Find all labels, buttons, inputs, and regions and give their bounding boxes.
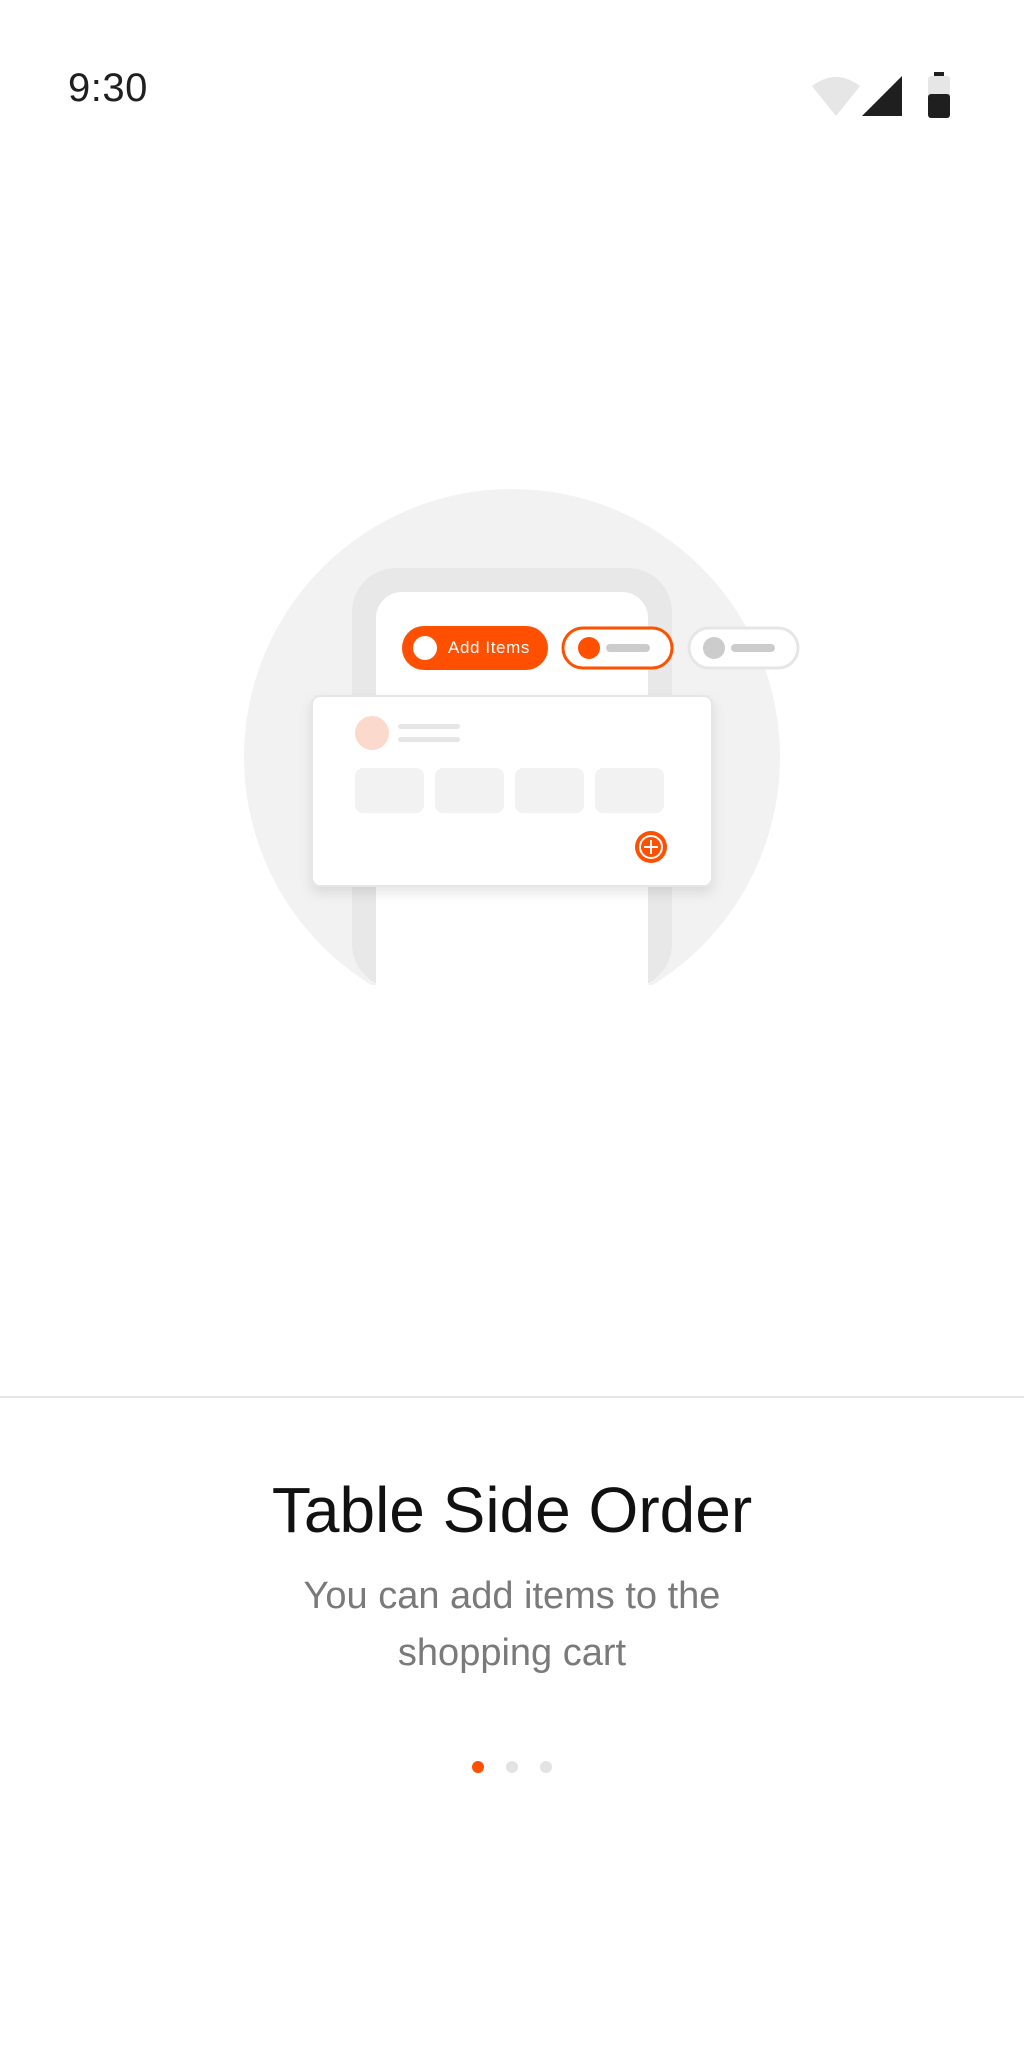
divider: [0, 1396, 1024, 1398]
onboarding-screen: 9:30 Add Items Table Side Order You can …: [0, 0, 1024, 2048]
add-circle-icon: [635, 831, 667, 863]
page-dot-3[interactable]: [540, 1761, 552, 1773]
signal-icon: [862, 76, 902, 116]
battery-icon: [928, 72, 950, 118]
page-dot-2[interactable]: [506, 1761, 518, 1773]
onboarding-illustration: [0, 470, 1024, 1010]
avatar-placeholder-icon: [355, 716, 389, 750]
page-indicator[interactable]: [0, 1761, 1024, 1775]
wifi-icon: [812, 77, 860, 116]
onboarding-title: Table Side Order: [271, 1474, 753, 1546]
page-dot-1[interactable]: [472, 1761, 484, 1773]
phone-frame-icon: [244, 489, 800, 1010]
onboarding-subtitle: You can add items to the shopping cart: [303, 1575, 721, 1674]
status-bar: 9:30: [0, 0, 1024, 180]
status-time: 9:30: [68, 66, 148, 110]
status-icons: [810, 70, 960, 118]
add-items-chip-label: Add Items: [448, 638, 530, 657]
